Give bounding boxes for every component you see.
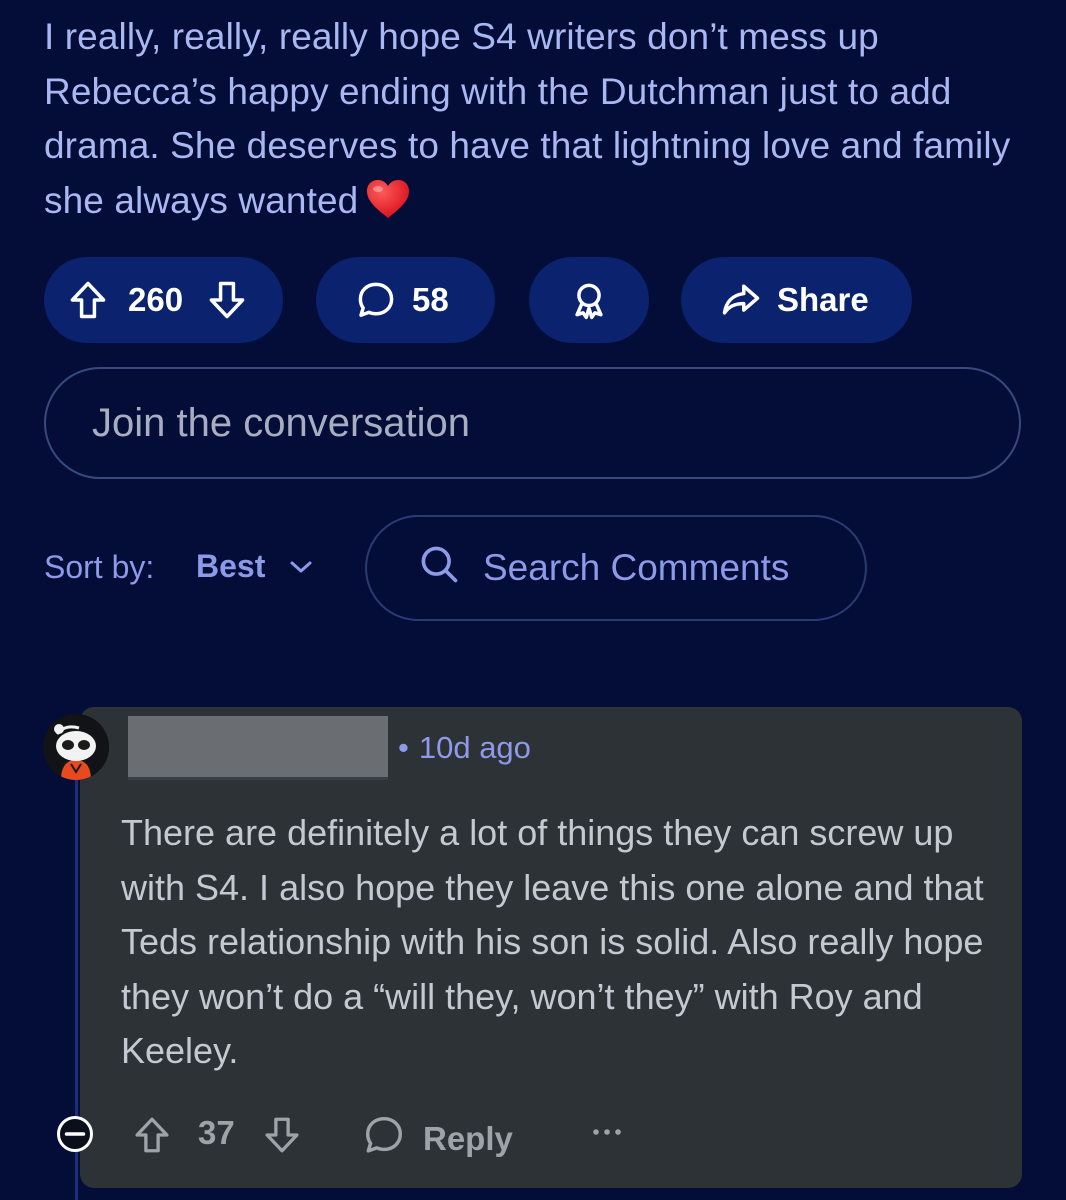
comment-text: There are definitely a lot of things the… [121,812,984,1071]
comments-button[interactable]: 58 [316,257,495,343]
post-body: I really, really, really hope S4 writers… [44,10,1034,234]
chevron-down-icon[interactable] [289,559,313,580]
post-detail-page: I really, really, really hope S4 writers… [0,0,1066,1200]
comment-action-bar: 37 Reply [0,1105,1066,1163]
share-label: Share [777,281,869,318]
award-button[interactable] [529,257,649,343]
join-conversation-placeholder: Join the conversation [92,400,471,445]
vote-pill: 260 [44,257,283,343]
sort-label: Sort by: [44,549,155,585]
collapse-icon[interactable] [55,1114,95,1159]
search-comments-button[interactable]: Search Comments [365,515,867,621]
more-options-icon[interactable] [592,1124,622,1142]
award-icon [567,278,611,322]
upvote-arrow-icon[interactable] [66,278,110,322]
meta-separator: • [398,730,409,765]
sort-dropdown[interactable]: Best [196,548,265,585]
downvote-arrow-icon[interactable] [205,278,249,322]
comment-score: 37 [198,1114,235,1151]
comment-toolbar: Sort by: Best Search Comments [0,515,1066,621]
join-conversation-input[interactable]: Join the conversation [44,367,1021,479]
post-body-text: I really, really, really hope S4 writers… [44,16,1011,221]
post-action-bar: 260 58 Share [0,257,1066,343]
comment-upvote-icon[interactable] [131,1114,173,1161]
reply-bubble-icon [361,1112,407,1166]
share-arrow-icon [719,278,763,322]
redacted-username [128,716,388,780]
comment-age: 10d ago [418,730,531,765]
heart-emoji-icon [366,179,410,235]
search-comments-label: Search Comments [483,547,790,588]
search-icon [417,542,461,595]
share-button[interactable]: Share [681,257,912,343]
avatar[interactable] [43,714,109,780]
comment-downvote-icon[interactable] [261,1114,303,1161]
reply-button[interactable]: Reply [361,1112,513,1166]
comment-count: 58 [412,281,449,318]
comment-meta: • 10d ago [398,730,531,766]
reply-label: Reply [423,1120,513,1157]
post-score: 260 [128,281,184,318]
comment-bubble-icon [354,278,398,322]
